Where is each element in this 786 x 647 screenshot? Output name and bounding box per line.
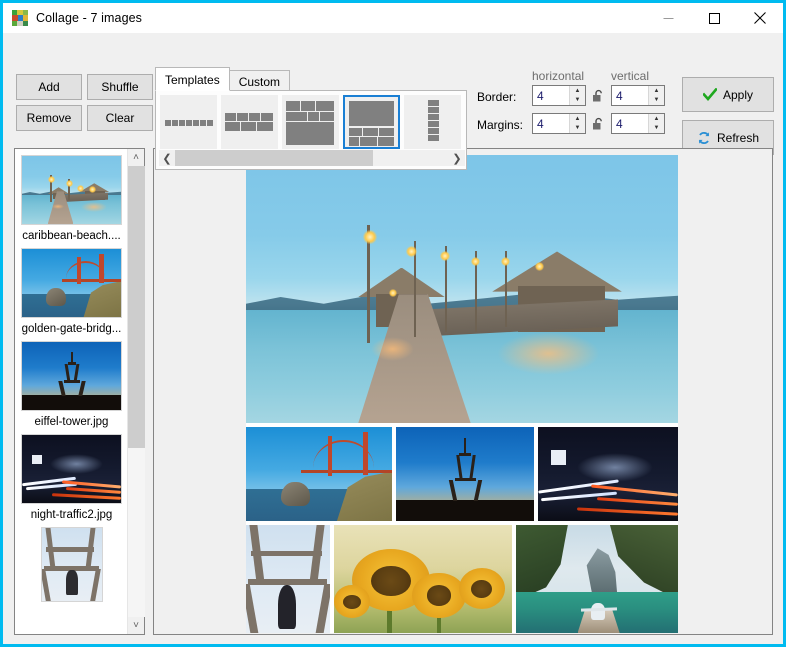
tab-custom[interactable]: Custom bbox=[229, 70, 290, 91]
file-name: golden-gate-bridg... bbox=[15, 323, 127, 335]
thumbnail-eiffel-person[interactable] bbox=[41, 527, 103, 602]
thumbnail-pier[interactable] bbox=[21, 155, 122, 225]
main-area: caribbean-beach.... bbox=[3, 145, 783, 644]
border-label: Border: bbox=[477, 90, 516, 104]
window-title: Collage - 7 images bbox=[36, 11, 142, 25]
collage-preview-panel[interactable] bbox=[153, 148, 773, 635]
margins-horizontal-input[interactable]: 4 ▲▼ bbox=[532, 113, 586, 134]
window-inner: Collage - 7 images Add Shuffle Remove Cl… bbox=[3, 3, 783, 644]
margins-label: Margins: bbox=[477, 118, 523, 132]
shuffle-button[interactable]: Shuffle bbox=[87, 74, 153, 100]
templates-panel: ❮ ❯ bbox=[155, 90, 467, 170]
border-vertical-value: 4 bbox=[612, 89, 648, 103]
collage-cell-golden-gate[interactable] bbox=[246, 427, 392, 521]
template-vertical-strip[interactable] bbox=[404, 95, 461, 149]
margins-lock-icon[interactable] bbox=[592, 117, 605, 132]
collage-canvas[interactable] bbox=[246, 155, 678, 633]
blue-refresh-icon bbox=[697, 131, 711, 145]
file-list-scroll-track[interactable] bbox=[128, 166, 145, 617]
collage-cell-night-traffic[interactable] bbox=[538, 427, 678, 521]
collage-row bbox=[246, 155, 678, 423]
border-lock-icon[interactable] bbox=[592, 89, 605, 104]
refresh-label: Refresh bbox=[717, 131, 759, 145]
collage-app-icon bbox=[12, 10, 28, 26]
list-item[interactable]: caribbean-beach.... bbox=[15, 155, 127, 242]
border-horizontal-value: 4 bbox=[533, 89, 569, 103]
maximize-button[interactable] bbox=[691, 3, 737, 33]
border-vertical-input[interactable]: 4 ▲▼ bbox=[611, 85, 665, 106]
scroll-up-icon[interactable]: ˄ bbox=[128, 149, 145, 166]
list-item[interactable] bbox=[15, 527, 127, 607]
app-window: Collage - 7 images Add Shuffle Remove Cl… bbox=[0, 0, 786, 647]
file-list-content: caribbean-beach.... bbox=[15, 149, 127, 634]
clear-button[interactable]: Clear bbox=[87, 105, 153, 131]
file-name: eiffel-tower.jpg bbox=[15, 416, 127, 428]
list-item[interactable]: golden-gate-bridg... bbox=[15, 248, 127, 335]
remove-button[interactable]: Remove bbox=[16, 105, 82, 131]
scroll-left-icon[interactable]: ❮ bbox=[159, 150, 175, 166]
thumbnail-golden-gate[interactable] bbox=[21, 248, 122, 318]
toolbar: Add Shuffle Remove Clear Templates Custo… bbox=[3, 33, 783, 145]
tab-bar: Templates Custom bbox=[155, 67, 290, 91]
green-check-icon bbox=[703, 88, 717, 101]
border-horizontal-input[interactable]: 4 ▲▼ bbox=[532, 85, 586, 106]
border-vertical-stepper[interactable]: ▲▼ bbox=[648, 86, 664, 105]
thumbnail-eiffel[interactable] bbox=[21, 341, 122, 411]
template-grid-4-3[interactable] bbox=[221, 95, 278, 149]
list-item[interactable]: night-traffic2.jpg bbox=[15, 434, 127, 521]
horizontal-column-header: horizontal bbox=[532, 69, 584, 83]
title-bar: Collage - 7 images bbox=[3, 3, 783, 33]
collage-cell-boat-lagoon[interactable] bbox=[516, 525, 678, 633]
templates-scroll-thumb[interactable] bbox=[175, 150, 373, 166]
scroll-down-icon[interactable]: ˅ bbox=[128, 617, 145, 634]
file-name: night-traffic2.jpg bbox=[15, 509, 127, 521]
add-button[interactable]: Add bbox=[16, 74, 82, 100]
margins-horizontal-value: 4 bbox=[533, 117, 569, 131]
collage-row bbox=[246, 525, 678, 633]
apply-button[interactable]: Apply bbox=[682, 77, 774, 112]
scroll-right-icon[interactable]: ❯ bbox=[449, 150, 465, 166]
collage-cell-eiffel-tower[interactable] bbox=[396, 427, 534, 521]
window-controls bbox=[645, 3, 783, 33]
templates-scrollbar[interactable]: ❮ ❯ bbox=[159, 150, 465, 166]
collage-cell-pier[interactable] bbox=[246, 155, 678, 423]
file-name: caribbean-beach.... bbox=[15, 230, 127, 242]
margins-vertical-stepper[interactable]: ▲▼ bbox=[648, 114, 664, 133]
collage-cell-eiffel-person[interactable] bbox=[246, 525, 330, 633]
thumbnail-night-traffic[interactable] bbox=[21, 434, 122, 504]
margins-horizontal-stepper[interactable]: ▲▼ bbox=[569, 114, 585, 133]
apply-label: Apply bbox=[723, 88, 753, 102]
margins-vertical-input[interactable]: 4 ▲▼ bbox=[611, 113, 665, 134]
template-filmstrip[interactable] bbox=[160, 95, 217, 149]
list-item[interactable]: eiffel-tower.jpg bbox=[15, 341, 127, 428]
template-big-top-3-3[interactable] bbox=[343, 95, 400, 149]
close-button[interactable] bbox=[737, 3, 783, 33]
file-list-scroll-thumb[interactable] bbox=[128, 166, 145, 448]
minimize-button[interactable] bbox=[645, 3, 691, 33]
templates-strip bbox=[160, 95, 464, 149]
collage-cell-sunflowers[interactable] bbox=[334, 525, 512, 633]
image-file-list[interactable]: caribbean-beach.... bbox=[14, 148, 145, 635]
file-list-scrollbar[interactable]: ˄ ˅ bbox=[127, 149, 144, 634]
tab-templates[interactable]: Templates bbox=[155, 67, 230, 91]
vertical-column-header: vertical bbox=[611, 69, 649, 83]
margins-vertical-value: 4 bbox=[612, 117, 648, 131]
template-grid-3-2-big[interactable] bbox=[282, 95, 339, 149]
templates-scroll-track[interactable] bbox=[175, 150, 449, 166]
collage-row bbox=[246, 427, 678, 521]
border-horizontal-stepper[interactable]: ▲▼ bbox=[569, 86, 585, 105]
